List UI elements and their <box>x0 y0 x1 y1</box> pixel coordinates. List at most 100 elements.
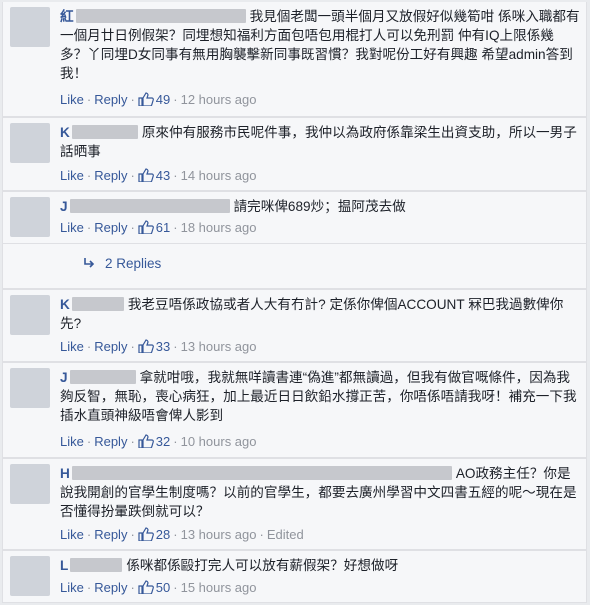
separator: · <box>86 220 92 235</box>
thumbs-up-icon <box>138 339 154 353</box>
reply-link[interactable]: Reply <box>94 580 127 595</box>
comment: J 請完咪俾689炒；揾阿茂去做 Like · Reply · 61 · 18 hours a… <box>2 191 587 244</box>
comment-text: 係咪都係毆打完人可以放有薪假架？好想做呀 <box>126 558 399 573</box>
like-count[interactable]: 33 <box>138 339 170 354</box>
replies-label: 2 Replies <box>105 256 162 271</box>
reply-link[interactable]: Reply <box>94 339 127 354</box>
avatar[interactable] <box>10 464 50 504</box>
separator: · <box>86 527 92 542</box>
avatar[interactable] <box>10 197 50 237</box>
comment-actions: Like · Reply · 43 · 14 hours ago <box>60 168 257 183</box>
separator: · <box>259 527 264 542</box>
like-count-value: 32 <box>155 434 171 449</box>
like-link[interactable]: Like <box>60 580 84 595</box>
like-count[interactable]: 28 <box>138 527 170 542</box>
like-link[interactable]: Like <box>60 434 84 449</box>
like-count[interactable]: 50 <box>138 580 170 595</box>
timestamp[interactable]: 12 hours ago <box>181 92 257 107</box>
comment-body: H AO政務主任？你是說我開創的官學生制度嗎？以前的官學生，都要去廣州學習中文四書… <box>60 464 580 521</box>
comment-actions: Like · Reply · 33 · 13 hours ago <box>60 339 257 354</box>
separator: · <box>86 434 92 449</box>
separator: · <box>173 580 178 595</box>
thumbs-up-icon <box>138 434 154 448</box>
reply-link[interactable]: Reply <box>94 527 127 542</box>
thumbs-up-icon <box>138 220 154 234</box>
timestamp[interactable]: 18 hours ago <box>181 220 257 235</box>
author-name[interactable]: 紅 <box>60 9 74 24</box>
timestamp[interactable]: 15 hours ago <box>181 580 257 595</box>
separator: · <box>173 527 178 542</box>
edited-label[interactable]: Edited <box>267 527 304 542</box>
comment: H AO政務主任？你是說我開創的官學生制度嗎？以前的官學生，都要去廣州學習中文四書… <box>2 458 587 550</box>
like-count-value: 33 <box>155 339 171 354</box>
author-name[interactable]: H <box>60 466 70 481</box>
like-link[interactable]: Like <box>60 527 84 542</box>
author-name[interactable]: J <box>60 199 68 214</box>
reply-link[interactable]: Reply <box>94 168 127 183</box>
like-link[interactable]: Like <box>60 168 84 183</box>
thumbs-up-icon <box>138 580 154 594</box>
redacted-name <box>71 297 124 311</box>
redacted-name <box>75 9 246 23</box>
comment-actions: Like · Reply · 32 · 10 hours ago <box>60 434 257 449</box>
timestamp[interactable]: 13 hours ago <box>181 527 257 542</box>
like-count-value: 43 <box>155 168 171 183</box>
avatar[interactable] <box>10 295 50 335</box>
separator: · <box>130 339 135 354</box>
comment-body: K 我老豆唔係政協或者人大有冇計? 定係你俾個ACCOUNT 冧巴我過數俾你先? <box>60 295 580 333</box>
avatar[interactable] <box>10 556 50 596</box>
avatar[interactable] <box>10 368 50 408</box>
comment-actions: Like · Reply · 61 · 18 hours ago <box>60 220 257 235</box>
avatar[interactable] <box>10 123 50 163</box>
like-count[interactable]: 49 <box>138 92 170 107</box>
separator: · <box>86 92 92 107</box>
like-count-value: 50 <box>155 580 171 595</box>
separator: · <box>130 220 135 235</box>
author-name[interactable]: K <box>60 125 70 140</box>
separator: · <box>86 339 92 354</box>
thumbs-up-icon <box>138 168 154 182</box>
separator: · <box>86 580 92 595</box>
comment-body: J 請完咪俾689炒；揾阿茂去做 <box>60 197 580 216</box>
comment-text: 請完咪俾689炒；揾阿茂去做 <box>233 199 406 214</box>
timestamp[interactable]: 10 hours ago <box>181 434 257 449</box>
separator: · <box>130 92 135 107</box>
separator: · <box>130 168 135 183</box>
author-name[interactable]: J <box>60 370 68 385</box>
redacted-name <box>69 199 230 213</box>
comment-body: J 拿就咁哦，我就無咩讀書連“偽進”都無讀過，但我有做官嘅條件，因為我夠反智，無恥… <box>60 368 580 425</box>
separator: · <box>173 168 178 183</box>
separator: · <box>173 434 178 449</box>
view-replies-link[interactable]: 2 Replies <box>83 256 161 271</box>
separator: · <box>130 527 135 542</box>
timestamp[interactable]: 13 hours ago <box>181 339 257 354</box>
comment-body: L 係咪都係毆打完人可以放有薪假架？好想做呀 <box>60 556 580 575</box>
like-link[interactable]: Like <box>60 92 84 107</box>
comment: L 係咪都係毆打完人可以放有薪假架？好想做呀 Like · Reply · 50 · 15 h… <box>2 550 587 603</box>
separator: · <box>130 580 135 595</box>
like-count[interactable]: 32 <box>138 434 170 449</box>
timestamp[interactable]: 14 hours ago <box>181 168 257 183</box>
like-count[interactable]: 61 <box>138 220 170 235</box>
redacted-name <box>69 370 136 384</box>
reply-arrow-icon <box>84 258 95 268</box>
replies-row: 2 Replies <box>2 244 587 289</box>
author-name[interactable]: L <box>60 558 68 573</box>
redacted-name <box>71 466 452 480</box>
avatar[interactable] <box>10 7 50 47</box>
reply-link[interactable]: Reply <box>94 434 127 449</box>
like-link[interactable]: Like <box>60 339 84 354</box>
comment-text: 拿就咁哦，我就無咩讀書連“偽進”都無讀過，但我有做官嘅條件，因為我夠反智，無恥，… <box>60 370 577 423</box>
reply-link[interactable]: Reply <box>94 220 127 235</box>
comment: K 原來仲有服務市民呢件事，我仲以為政府係靠梁生出資支助，所以一男子話晒事 Lik… <box>2 117 587 191</box>
like-count[interactable]: 43 <box>138 168 170 183</box>
reply-link[interactable]: Reply <box>94 92 127 107</box>
separator: · <box>130 434 135 449</box>
separator: · <box>86 168 92 183</box>
separator: · <box>173 339 178 354</box>
separator: · <box>173 92 178 107</box>
like-link[interactable]: Like <box>60 220 84 235</box>
comment-actions: Like · Reply · 28 · 13 hours ago · Edited <box>60 527 304 542</box>
thumbs-up-icon <box>138 92 154 106</box>
author-name[interactable]: K <box>60 297 70 312</box>
